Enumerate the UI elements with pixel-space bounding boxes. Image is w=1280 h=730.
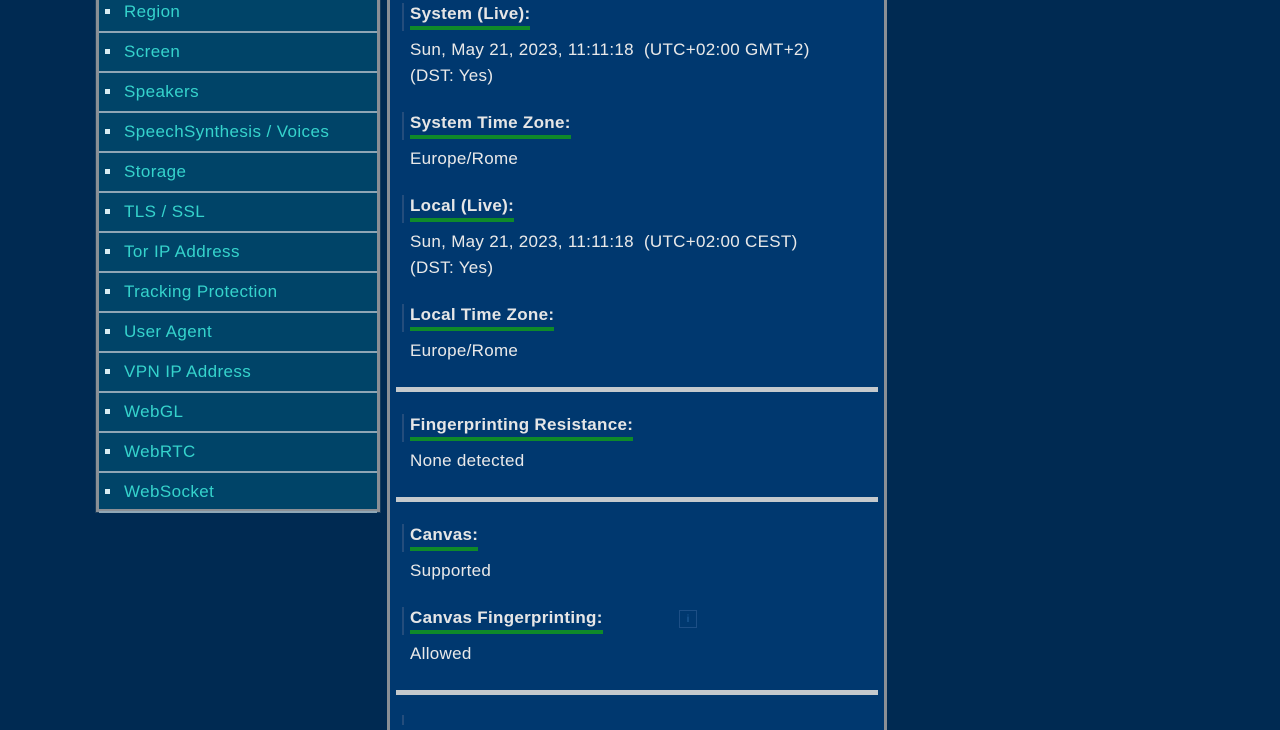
sidebar-item-storage[interactable]: Storage xyxy=(99,153,377,193)
section-divider xyxy=(396,497,878,502)
sidebar-item-tracking-protection[interactable]: Tracking Protection xyxy=(99,273,377,313)
field-heading: Local (Live): xyxy=(402,195,872,223)
canvas-fingerprinting-value: Allowed xyxy=(410,644,472,663)
system-live-dst: (DST: Yes) xyxy=(410,66,494,85)
bullet-icon xyxy=(105,9,110,14)
section-divider xyxy=(396,690,878,695)
canvas-label: Canvas: xyxy=(410,524,479,551)
sidebar-item-speakers[interactable]: Speakers xyxy=(99,73,377,113)
sidebar-list: Region Screen Speakers SpeechSynthesis /… xyxy=(99,0,377,513)
bullet-icon xyxy=(105,369,110,374)
info-panel: System (Live): Sun, May 21, 2023, 11:11:… xyxy=(387,0,887,730)
local-live-label: Local (Live): xyxy=(410,195,515,222)
system-live-datetime: Sun, May 21, 2023, 11:11:18 (UTC+02:00 G… xyxy=(410,40,810,59)
sidebar-item-tor-ip[interactable]: Tor IP Address xyxy=(99,233,377,273)
field-heading: Canvas: xyxy=(402,524,872,552)
canvas-fingerprinting-section: Canvas Fingerprinting: i Allowed xyxy=(402,607,872,667)
local-timezone-label: Local Time Zone: xyxy=(410,304,555,331)
sidebar-item-label[interactable]: WebSocket xyxy=(124,482,214,501)
sidebar-item-label[interactable]: User Agent xyxy=(124,322,212,341)
sidebar-item-websocket[interactable]: WebSocket xyxy=(99,473,377,513)
bullet-icon xyxy=(105,89,110,94)
local-live-value: Sun, May 21, 2023, 11:11:18 (UTC+02:00 C… xyxy=(402,229,872,281)
sidebar-item-user-agent[interactable]: User Agent xyxy=(99,313,377,353)
local-timezone-value: Europe/Rome xyxy=(410,341,519,360)
sidebar-item-label[interactable]: Tor IP Address xyxy=(124,242,240,261)
local-live-datetime: Sun, May 21, 2023, 11:11:18 (UTC+02:00 C… xyxy=(410,232,798,251)
bullet-icon xyxy=(105,169,110,174)
info-icon[interactable]: i xyxy=(679,610,697,628)
sidebar-item-label[interactable]: TLS / SSL xyxy=(124,202,205,221)
sidebar-nav: Region Screen Speakers SpeechSynthesis /… xyxy=(96,0,380,513)
bullet-icon xyxy=(105,449,110,454)
sidebar-item-label[interactable]: VPN IP Address xyxy=(124,362,251,381)
fingerprinting-label: Fingerprinting Resistance: xyxy=(410,414,634,441)
local-live-dst: (DST: Yes) xyxy=(410,258,494,277)
field-heading: System Time Zone: xyxy=(402,112,872,140)
canvas-section: Canvas: Supported xyxy=(402,524,872,584)
field-heading: Fingerprinting Resistance: xyxy=(402,414,872,442)
sidebar-item-webgl[interactable]: WebGL xyxy=(99,393,377,433)
next-section-heading-edge xyxy=(402,715,404,725)
sidebar-item-label[interactable]: Screen xyxy=(124,42,180,61)
bullet-icon xyxy=(105,209,110,214)
bullet-icon xyxy=(105,489,110,494)
sidebar-item-label[interactable]: Storage xyxy=(124,162,186,181)
sidebar-item-label[interactable]: WebGL xyxy=(124,402,183,421)
sidebar-item-webrtc[interactable]: WebRTC xyxy=(99,433,377,473)
local-timezone-section: Local Time Zone: Europe/Rome xyxy=(402,304,872,364)
bullet-icon xyxy=(105,49,110,54)
field-heading: Local Time Zone: xyxy=(402,304,872,332)
bullet-icon xyxy=(105,249,110,254)
system-live-label: System (Live): xyxy=(410,3,531,30)
bullet-icon xyxy=(105,329,110,334)
canvas-value: Supported xyxy=(410,561,492,580)
system-timezone-value: Europe/Rome xyxy=(410,149,519,168)
bullet-icon xyxy=(105,409,110,414)
sidebar-item-label[interactable]: Region xyxy=(124,2,180,21)
sidebar-item-vpn-ip[interactable]: VPN IP Address xyxy=(99,353,377,393)
fingerprinting-section: Fingerprinting Resistance: None detected xyxy=(402,414,872,474)
sidebar-item-label[interactable]: Tracking Protection xyxy=(124,282,277,301)
bullet-icon xyxy=(105,129,110,134)
system-live-section: System (Live): Sun, May 21, 2023, 11:11:… xyxy=(402,3,872,89)
section-divider xyxy=(396,387,878,392)
system-timezone-label: System Time Zone: xyxy=(410,112,571,139)
sidebar-item-speech-synthesis[interactable]: SpeechSynthesis / Voices xyxy=(99,113,377,153)
sidebar-item-tls-ssl[interactable]: TLS / SSL xyxy=(99,193,377,233)
field-heading: System (Live): xyxy=(402,3,872,31)
sidebar-item-screen[interactable]: Screen xyxy=(99,33,377,73)
canvas-fingerprinting-label: Canvas Fingerprinting: xyxy=(410,607,603,634)
system-live-value: Sun, May 21, 2023, 11:11:18 (UTC+02:00 G… xyxy=(402,37,872,89)
local-live-section: Local (Live): Sun, May 21, 2023, 11:11:1… xyxy=(402,195,872,281)
system-timezone-section: System Time Zone: Europe/Rome xyxy=(402,112,872,172)
field-heading: Canvas Fingerprinting: i xyxy=(402,607,872,635)
sidebar-item-region[interactable]: Region xyxy=(99,0,377,33)
sidebar-item-label[interactable]: WebRTC xyxy=(124,442,196,461)
bullet-icon xyxy=(105,289,110,294)
sidebar-item-label[interactable]: SpeechSynthesis / Voices xyxy=(124,122,329,141)
sidebar-item-label[interactable]: Speakers xyxy=(124,82,199,101)
fingerprinting-value: None detected xyxy=(410,451,525,470)
